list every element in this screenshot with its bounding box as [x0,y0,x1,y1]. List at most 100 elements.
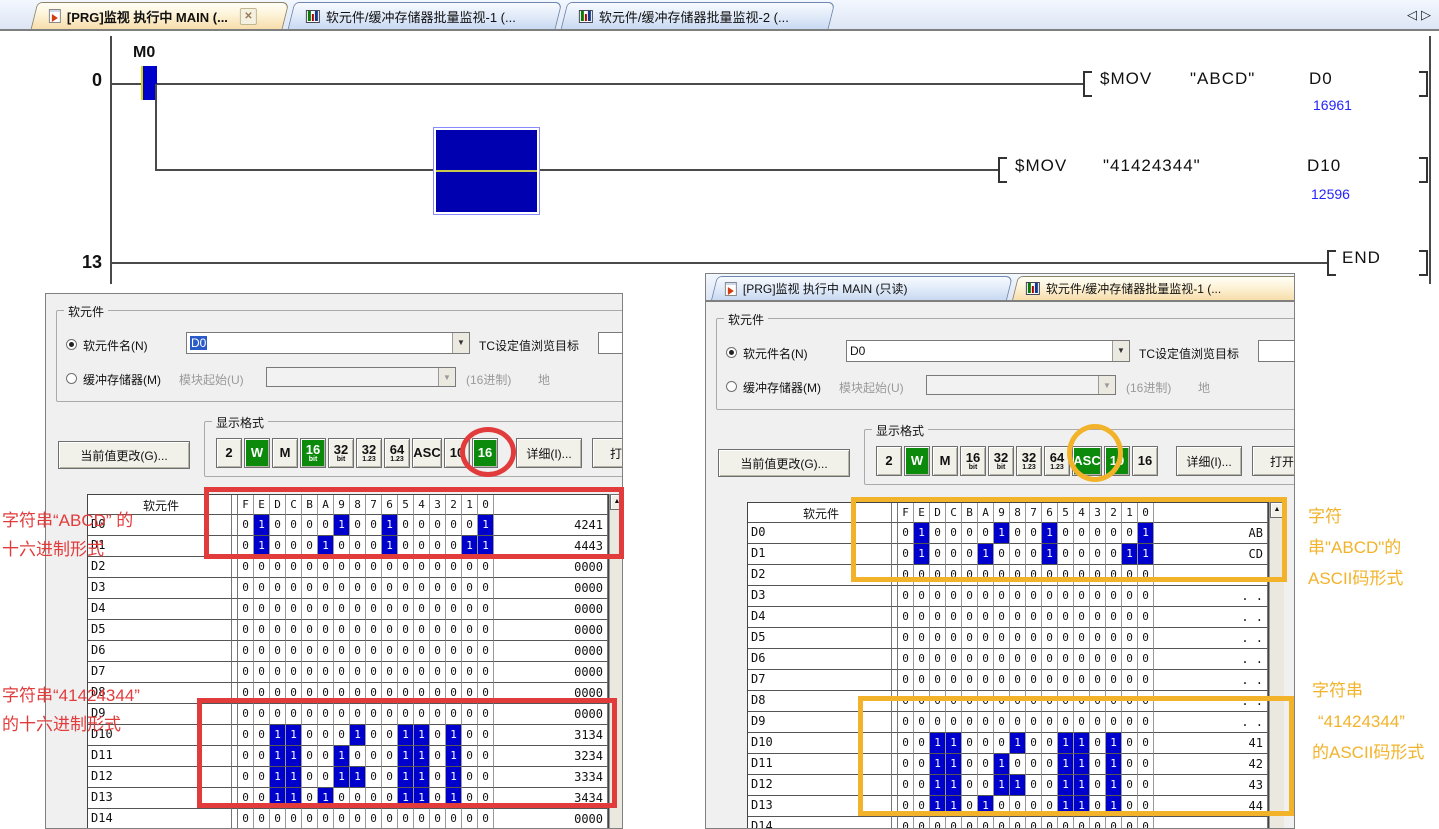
bit-cell[interactable]: 0 [898,670,914,691]
bit-cell[interactable]: 0 [962,607,978,628]
bit-cell[interactable]: 0 [414,809,430,829]
bit-cell[interactable]: 0 [946,628,962,649]
detail-button[interactable]: 详细(I)... [516,438,582,468]
bit-cell[interactable]: 0 [1042,586,1058,607]
bit-cell[interactable]: 0 [930,817,946,829]
bit-cell[interactable]: 0 [430,620,446,641]
bit-cell[interactable]: 0 [270,809,286,829]
bit-cell[interactable]: 0 [238,662,254,683]
bit-cell[interactable]: 0 [1074,607,1090,628]
device-name-cell[interactable]: D7 [748,670,892,691]
bit-cell[interactable]: 0 [914,586,930,607]
bit-cell[interactable]: 0 [350,599,366,620]
format-button-16[interactable]: 16 [1132,446,1158,476]
bit-cell[interactable]: 0 [238,641,254,662]
buffer-memory-radio[interactable] [726,381,737,392]
bit-cell[interactable]: 0 [1090,649,1106,670]
bit-cell[interactable]: 0 [1010,649,1026,670]
chevron-down-icon[interactable]: ▼ [1112,341,1129,361]
bit-cell[interactable]: 0 [1026,817,1042,829]
bit-cell[interactable]: 0 [1122,817,1138,829]
bit-cell[interactable]: 0 [350,809,366,829]
bit-cell[interactable]: 0 [334,557,350,578]
bit-cell[interactable]: 0 [254,620,270,641]
value-cell[interactable]: 0000 [494,662,608,683]
bit-cell[interactable]: 0 [898,817,914,829]
bit-cell[interactable]: 0 [318,662,334,683]
change-current-value-button[interactable]: 当前值更改(G)... [58,441,190,469]
bit-cell[interactable]: 0 [914,670,930,691]
bit-cell[interactable]: 0 [446,557,462,578]
device-name-cell[interactable]: D14 [748,817,892,829]
bit-cell[interactable]: 0 [350,557,366,578]
format-button-w[interactable]: W [244,438,270,468]
bit-cell[interactable]: 0 [930,586,946,607]
bit-cell[interactable]: 0 [302,557,318,578]
bit-cell[interactable]: 0 [962,670,978,691]
bit-cell[interactable]: 0 [398,599,414,620]
bit-cell[interactable]: 0 [478,641,494,662]
bit-cell[interactable]: 0 [1026,670,1042,691]
bit-cell[interactable]: 0 [1106,649,1122,670]
end-instruction[interactable]: END [1342,248,1381,268]
bit-cell[interactable]: 0 [1138,649,1154,670]
value-cell[interactable]: 0000 [494,578,608,599]
bit-cell[interactable]: 0 [1122,586,1138,607]
bit-cell[interactable]: 0 [1074,628,1090,649]
device-row-D7[interactable]: D70000000000000000. . [748,670,1268,691]
bit-cell[interactable]: 0 [1106,628,1122,649]
bit-cell[interactable]: 0 [318,578,334,599]
value-cell[interactable]: 0000 [494,809,608,829]
bit-cell[interactable]: 0 [334,662,350,683]
device-name-cell[interactable]: D14 [88,809,232,829]
bit-cell[interactable]: 0 [1058,817,1074,829]
bit-cell[interactable]: 0 [1026,649,1042,670]
device-name-cell[interactable]: D6 [88,641,232,662]
bit-cell[interactable]: 0 [334,809,350,829]
bit-cell[interactable]: 0 [382,809,398,829]
format-button-2[interactable]: 2 [876,446,902,476]
bit-cell[interactable]: 0 [1074,649,1090,670]
bit-cell[interactable]: 0 [254,599,270,620]
detail-button[interactable]: 详细(I)... [1176,446,1242,476]
bit-cell[interactable]: 0 [978,607,994,628]
format-button-32bit[interactable]: 32bit [328,438,354,468]
bit-cell[interactable]: 0 [414,641,430,662]
bit-cell[interactable]: 0 [270,662,286,683]
device-name-radio[interactable] [726,347,737,358]
bit-cell[interactable]: 0 [446,578,462,599]
bit-cell[interactable]: 0 [254,662,270,683]
open-button[interactable]: 打开 [592,438,623,468]
bit-cell[interactable]: 0 [898,628,914,649]
bit-cell[interactable]: 0 [350,641,366,662]
bit-cell[interactable]: 0 [270,578,286,599]
value-cell[interactable]: 0000 [494,641,608,662]
device-row-D6[interactable]: D600000000000000000000 [88,641,608,662]
device-name-cell[interactable]: D3 [748,586,892,607]
device-row-D3[interactable]: D30000000000000000. . [748,586,1268,607]
bit-cell[interactable]: 0 [1090,628,1106,649]
bit-cell[interactable]: 0 [1074,586,1090,607]
bit-cell[interactable]: 0 [1042,649,1058,670]
value-cell[interactable]: 0000 [494,599,608,620]
bit-cell[interactable]: 0 [946,670,962,691]
ladder-cursor-selection[interactable] [433,127,540,215]
bit-cell[interactable]: 0 [398,662,414,683]
bit-cell[interactable]: 0 [1058,670,1074,691]
bit-cell[interactable]: 0 [334,599,350,620]
bit-cell[interactable]: 0 [254,809,270,829]
device-row-D14[interactable]: D1400000000000000000000 [88,809,608,829]
bit-cell[interactable]: 0 [898,649,914,670]
value-cell[interactable]: 0000 [494,620,608,641]
open-button[interactable]: 打开 [1252,446,1295,476]
bit-cell[interactable]: 0 [962,586,978,607]
tab-batch-monitor-1[interactable]: 软元件/缓冲存储器批量监视-1 (... [288,2,563,29]
bit-cell[interactable]: 0 [238,557,254,578]
bit-cell[interactable]: 0 [350,578,366,599]
bit-cell[interactable]: 0 [238,599,254,620]
bit-cell[interactable]: 0 [946,607,962,628]
bit-cell[interactable]: 0 [962,649,978,670]
bit-cell[interactable]: 0 [1042,817,1058,829]
bit-cell[interactable]: 0 [1106,607,1122,628]
bit-cell[interactable]: 0 [366,557,382,578]
